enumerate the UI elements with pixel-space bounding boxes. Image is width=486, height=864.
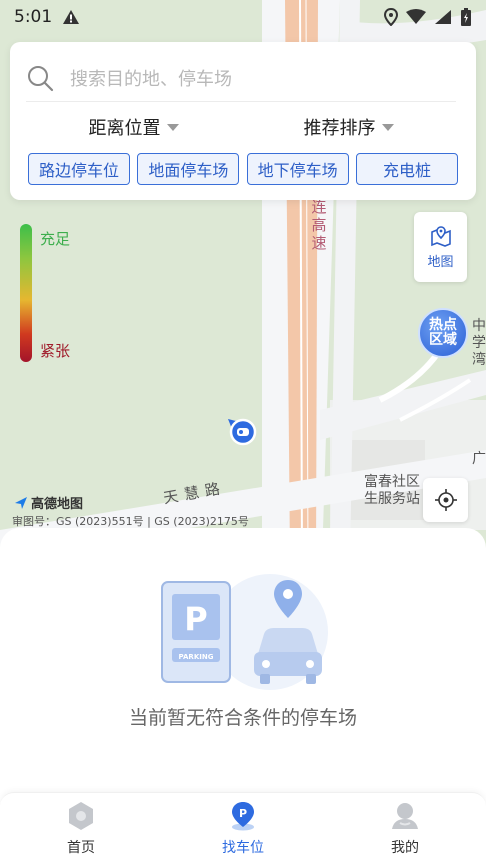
poi-label-fuchun-line1: 富春社区 xyxy=(364,474,420,490)
parking-sign-text: PARKING xyxy=(179,653,214,661)
distance-dropdown[interactable]: 距离位置 xyxy=(26,108,241,146)
caret-down-icon xyxy=(166,123,179,131)
current-location-marker xyxy=(228,418,257,446)
sort-row: 距离位置 推荐排序 xyxy=(26,108,456,146)
map-brand: 高德地图 xyxy=(14,493,83,512)
locate-me-button[interactable] xyxy=(423,478,468,522)
recommend-sort-label: 推荐排序 xyxy=(303,118,376,139)
svg-text:P: P xyxy=(239,807,247,820)
results-sheet: P PARKING 当前暂无符合条件的停车场 xyxy=(0,528,486,792)
status-time: 5:01 xyxy=(14,7,53,27)
search-input[interactable]: 搜索目的地、停车场 xyxy=(26,54,456,102)
location-icon xyxy=(384,8,398,26)
recommend-sort-dropdown[interactable]: 推荐排序 xyxy=(241,108,456,146)
status-bar: 5:01 xyxy=(0,0,486,34)
crosshair-icon xyxy=(434,489,457,511)
map-button-label: 地图 xyxy=(427,254,454,270)
empty-parking-illustration: P PARKING xyxy=(161,574,328,690)
poi-label-guang: 广 xyxy=(472,451,486,467)
map-pin-icon xyxy=(430,225,451,247)
map-brand-label: 高德地图 xyxy=(31,497,84,512)
filter-chip-charging[interactable]: 充电桩 xyxy=(355,153,458,185)
distance-dropdown-label: 距离位置 xyxy=(88,118,161,139)
empty-state-message: 当前暂无符合条件的停车场 xyxy=(128,707,357,729)
map-copyright: 审图号：GS (2023)551号 | GS (2023)2175号 xyxy=(12,515,249,528)
hot-zone-button[interactable]: 热点 区域 xyxy=(418,308,468,358)
svg-text:P: P xyxy=(184,600,207,638)
tab-profile[interactable]: 我的 xyxy=(324,793,486,864)
filter-chip-underground-lot[interactable]: 地下停车场 xyxy=(246,153,349,185)
profile-icon xyxy=(392,802,418,829)
search-placeholder: 搜索目的地、停车场 xyxy=(70,68,232,90)
home-icon xyxy=(69,801,93,830)
poi-label-fuchun-line2: 生服务站 xyxy=(364,491,420,507)
wifi-icon xyxy=(406,9,426,24)
search-panel: 搜索目的地、停车场 距离位置 推荐排序 路边停车位 地面停车场 地下停车场 充电… xyxy=(10,42,476,200)
legend-label-ample: 充足 xyxy=(40,230,71,248)
hot-zone-label-line2: 区域 xyxy=(429,332,457,348)
poi-label-fuchun: 富春社区 生服务站 xyxy=(364,474,420,508)
parking-pin-icon: P xyxy=(232,801,254,830)
signal-icon xyxy=(435,10,451,24)
filter-chip-surface-lot[interactable]: 地面停车场 xyxy=(137,153,240,185)
filter-chip-roadside[interactable]: 路边停车位 xyxy=(28,153,130,185)
caret-down-icon xyxy=(381,123,394,131)
tab-find-parking[interactable]: P 找车位 xyxy=(162,793,324,864)
tab-find-parking-label: 找车位 xyxy=(222,839,264,856)
tab-home-label: 首页 xyxy=(67,839,95,856)
tab-home[interactable]: 首页 xyxy=(0,793,162,864)
battery-icon xyxy=(461,8,471,26)
legend-label-tight: 紧张 xyxy=(40,342,71,360)
poi-label-school: 中学湾 xyxy=(472,318,486,368)
map-button[interactable]: 地图 xyxy=(414,212,467,282)
road-label-highway: 连高速 xyxy=(311,198,327,252)
bottom-tab-bar: 首页 P 找车位 我的 xyxy=(0,792,486,864)
filter-chips: 路边停车位 地面停车场 地下停车场 充电桩 xyxy=(28,153,458,185)
alert-icon xyxy=(63,10,80,24)
search-icon xyxy=(28,65,54,91)
amap-logo-icon xyxy=(15,496,27,509)
hot-zone-label-line1: 热点 xyxy=(429,317,457,333)
tab-profile-label: 我的 xyxy=(391,839,419,856)
availability-legend-bar xyxy=(20,224,32,362)
